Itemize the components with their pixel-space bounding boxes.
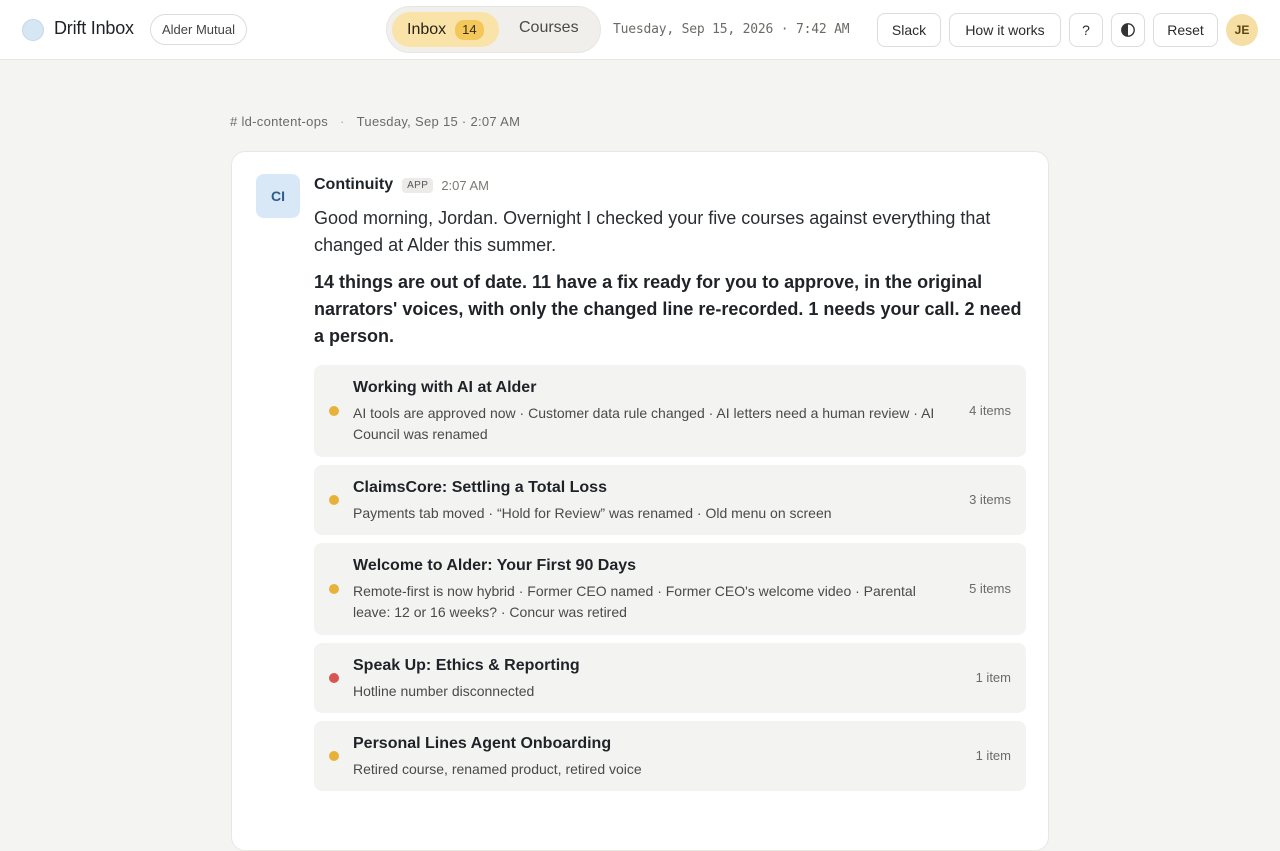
- message-time: 2:07 AM: [441, 177, 490, 193]
- contrast-icon: [1121, 23, 1135, 37]
- tab-inbox[interactable]: Inbox 14: [392, 12, 499, 47]
- theme-toggle-button[interactable]: [1111, 13, 1145, 47]
- status-dot: [329, 584, 339, 594]
- course-item-count: 3 items: [969, 492, 1011, 507]
- course-item-count: 1 item: [975, 748, 1011, 763]
- course-title: Welcome to Alder: Your First 90 Days: [353, 557, 637, 574]
- course-list: Working with AI at Alder AI tools are ap…: [314, 365, 1026, 799]
- course-title: Personal Lines Agent Onboarding: [353, 735, 612, 752]
- message-header: Continuity APP 2:07 AM: [314, 176, 489, 194]
- course-item[interactable]: ClaimsCore: Settling a Total Loss Paymen…: [314, 465, 1026, 535]
- status-dot: [329, 495, 339, 505]
- course-changes: AI tools are approved now · Customer dat…: [353, 405, 935, 442]
- course-item-count: 5 items: [969, 581, 1011, 596]
- course-item[interactable]: Working with AI at Alder AI tools are ap…: [314, 365, 1026, 457]
- top-bar: Drift Inbox Alder Mutual Inbox 14 Course…: [0, 0, 1280, 60]
- channel-name[interactable]: # ld-content-ops: [230, 114, 328, 129]
- org-badge[interactable]: Alder Mutual: [150, 14, 247, 45]
- slack-button[interactable]: Slack: [877, 13, 941, 47]
- course-item[interactable]: Welcome to Alder: Your First 90 Days Rem…: [314, 543, 1026, 635]
- message-card: CI Continuity APP 2:07 AM Good morning, …: [231, 151, 1049, 851]
- channel-header: # ld-content-ops · Tuesday, Sep 15 · 2:0…: [230, 114, 520, 129]
- app-title: Drift Inbox: [54, 18, 134, 38]
- course-title: Speak Up: Ethics & Reporting: [353, 657, 580, 674]
- course-changes: Hotline number disconnected: [353, 683, 535, 699]
- status-dot: [329, 406, 339, 416]
- status-dot: [329, 673, 339, 683]
- inbox-count-badge: 14: [455, 19, 484, 40]
- reset-button[interactable]: Reset: [1153, 13, 1218, 47]
- course-item[interactable]: Personal Lines Agent Onboarding Retired …: [314, 721, 1026, 791]
- user-avatar[interactable]: JE: [1226, 14, 1258, 46]
- view-switcher: Inbox 14 Courses: [386, 6, 601, 53]
- course-changes: Payments tab moved · “Hold for Review” w…: [353, 505, 832, 521]
- channel-separator: ·: [340, 114, 345, 129]
- course-title: ClaimsCore: Settling a Total Loss: [353, 479, 607, 496]
- app-logo-icon: [22, 19, 44, 41]
- tab-courses[interactable]: Courses: [519, 19, 579, 37]
- sender-name[interactable]: Continuity: [314, 176, 393, 194]
- channel-timestamp: Tuesday, Sep 15 · 2:07 AM: [356, 114, 521, 129]
- app-tag: APP: [402, 177, 434, 193]
- sender-avatar: CI: [256, 174, 300, 218]
- message-summary: 14 things are out of date. 11 have a fix…: [314, 272, 1022, 346]
- help-button[interactable]: ?: [1069, 13, 1103, 47]
- how-it-works-button[interactable]: How it works: [949, 13, 1061, 47]
- course-title: Working with AI at Alder: [353, 379, 537, 396]
- course-changes: Retired course, renamed product, retired…: [353, 761, 642, 777]
- course-item[interactable]: Speak Up: Ethics & Reporting Hotline num…: [314, 643, 1026, 713]
- message-intro: Good morning, Jordan. Overnight I checke…: [314, 208, 991, 255]
- tab-inbox-label: Inbox: [407, 20, 447, 38]
- status-dot: [329, 751, 339, 761]
- course-item-count: 1 item: [975, 670, 1011, 685]
- course-item-count: 4 items: [969, 403, 1011, 418]
- course-changes: Remote-first is now hybrid · Former CEO …: [353, 583, 916, 620]
- current-datetime: Tuesday, Sep 15, 2026 · 7:42 AM: [613, 22, 850, 37]
